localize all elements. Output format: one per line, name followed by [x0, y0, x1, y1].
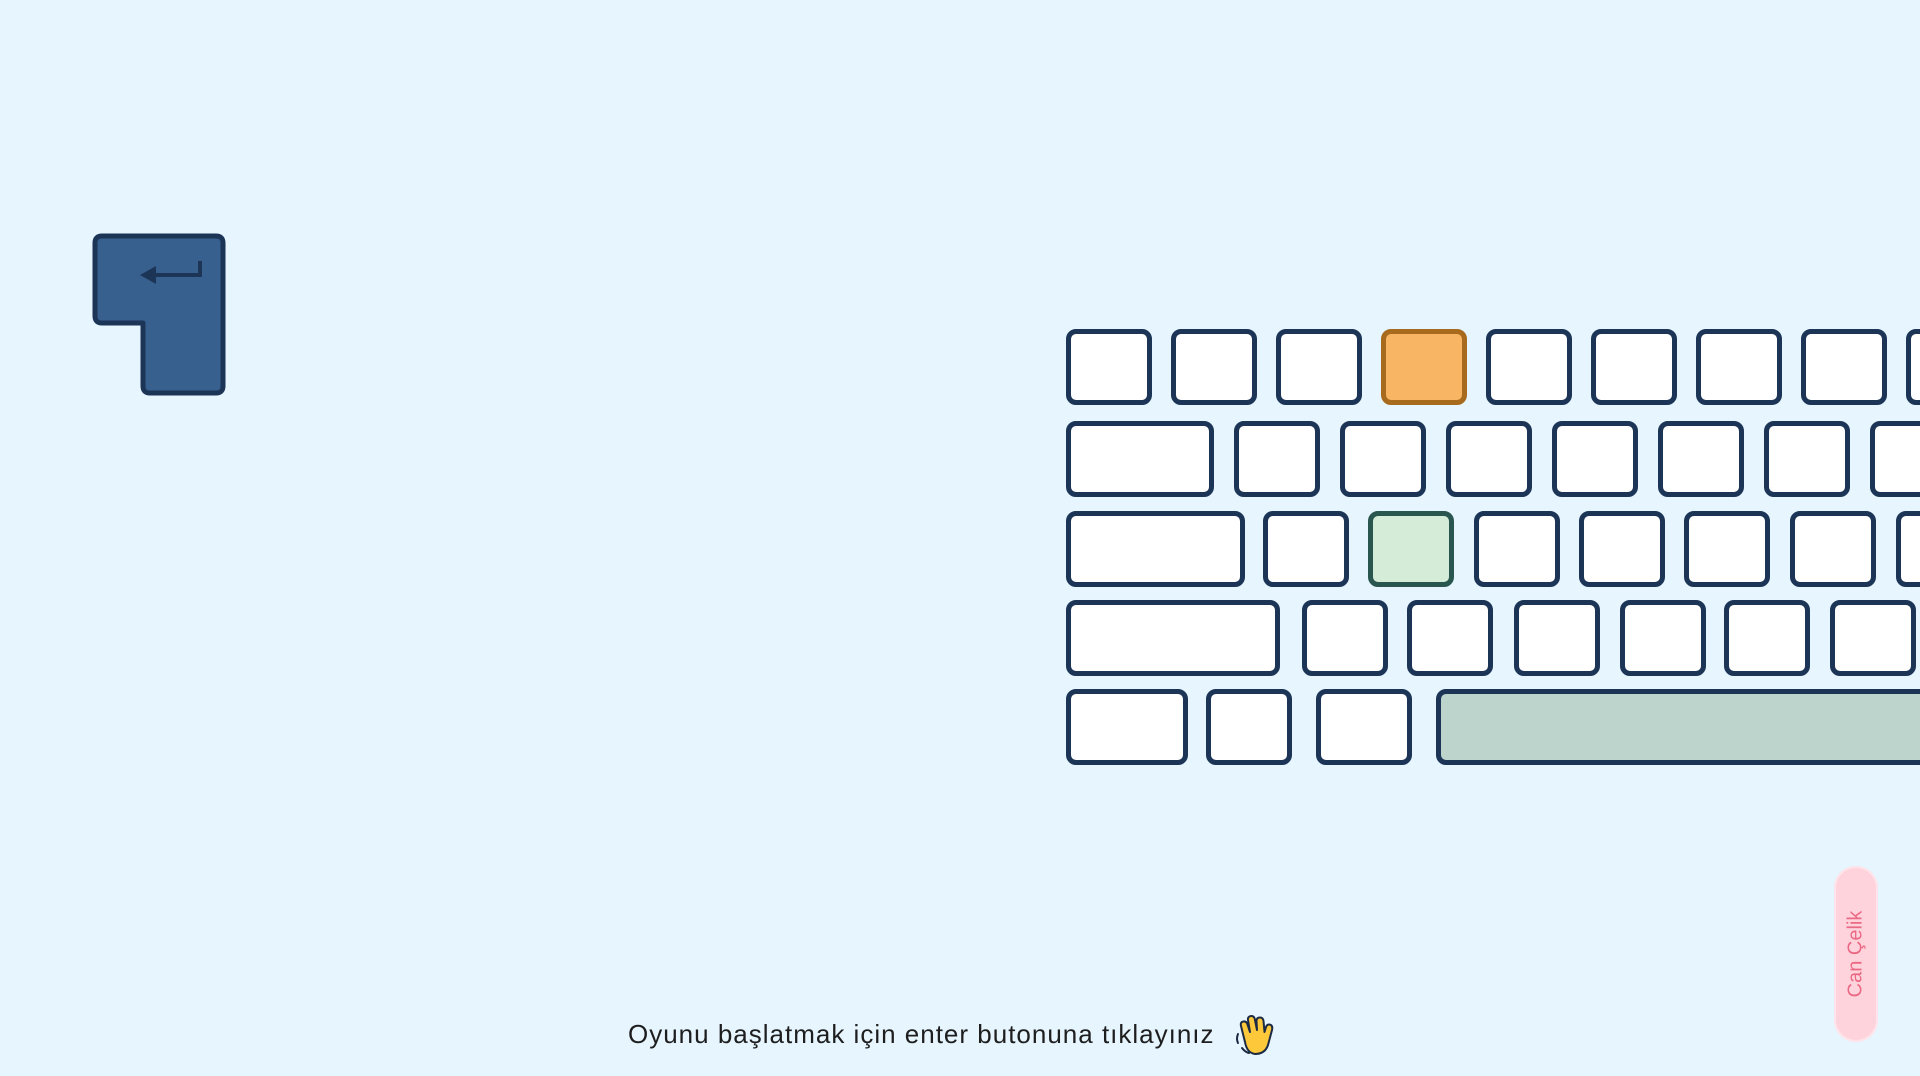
start-instruction: Oyunu başlatmak için enter butonuna tıkl… [628, 1012, 1277, 1056]
return-arrow-icon [92, 233, 226, 396]
keyboard-key[interactable] [1896, 511, 1920, 587]
waving-hand-icon [1233, 1012, 1277, 1056]
keyboard-key-highlighted[interactable] [1368, 511, 1454, 587]
keyboard-key[interactable] [1620, 600, 1706, 676]
keyboard-key[interactable] [1906, 329, 1920, 405]
keyboard-key-space[interactable] [1436, 689, 1920, 765]
keyboard-key-ctrl[interactable] [1066, 689, 1188, 765]
keyboard-key[interactable] [1302, 600, 1388, 676]
keyboard-key[interactable] [1276, 329, 1362, 405]
keyboard-key[interactable] [1446, 421, 1532, 497]
keyboard-key[interactable] [1724, 600, 1810, 676]
keyboard-key[interactable] [1407, 600, 1493, 676]
keyboard-key[interactable] [1801, 329, 1887, 405]
keyboard-key[interactable] [1658, 421, 1744, 497]
keyboard-key-tab[interactable] [1066, 421, 1214, 497]
keyboard-key[interactable] [1696, 329, 1782, 405]
keyboard-key[interactable] [1171, 329, 1257, 405]
keyboard-key[interactable] [1206, 689, 1292, 765]
keyboard-key[interactable] [1316, 689, 1412, 765]
keyboard-key[interactable] [1830, 600, 1916, 676]
keyboard-key[interactable] [1066, 329, 1152, 405]
keyboard-key[interactable] [1790, 511, 1876, 587]
keyboard-key[interactable] [1870, 421, 1920, 497]
keyboard-key[interactable] [1486, 329, 1572, 405]
keyboard-key[interactable] [1764, 421, 1850, 497]
keyboard-key[interactable] [1234, 421, 1320, 497]
author-name: Can Çelik [1844, 910, 1867, 998]
keyboard-key[interactable] [1514, 600, 1600, 676]
keyboard-key-shift[interactable] [1066, 600, 1280, 676]
keyboard-key[interactable] [1340, 421, 1426, 497]
game-stage: Oyunu başlatmak için enter butonuna tıkl… [0, 0, 1920, 1076]
keyboard-key[interactable] [1474, 511, 1560, 587]
keyboard-key-highlighted[interactable] [1381, 329, 1467, 405]
keyboard-key[interactable] [1684, 511, 1770, 587]
instruction-text: Oyunu başlatmak için enter butonuna tıkl… [628, 1018, 1215, 1049]
keyboard-key[interactable] [1591, 329, 1677, 405]
keyboard-key[interactable] [1579, 511, 1665, 587]
keyboard-key[interactable] [1263, 511, 1349, 587]
author-badge[interactable]: Can Çelik [1834, 866, 1878, 1042]
enter-key-button[interactable] [92, 233, 226, 396]
keyboard-key-caps[interactable] [1066, 511, 1245, 587]
keyboard-key[interactable] [1552, 421, 1638, 497]
keyboard [1066, 329, 1920, 769]
